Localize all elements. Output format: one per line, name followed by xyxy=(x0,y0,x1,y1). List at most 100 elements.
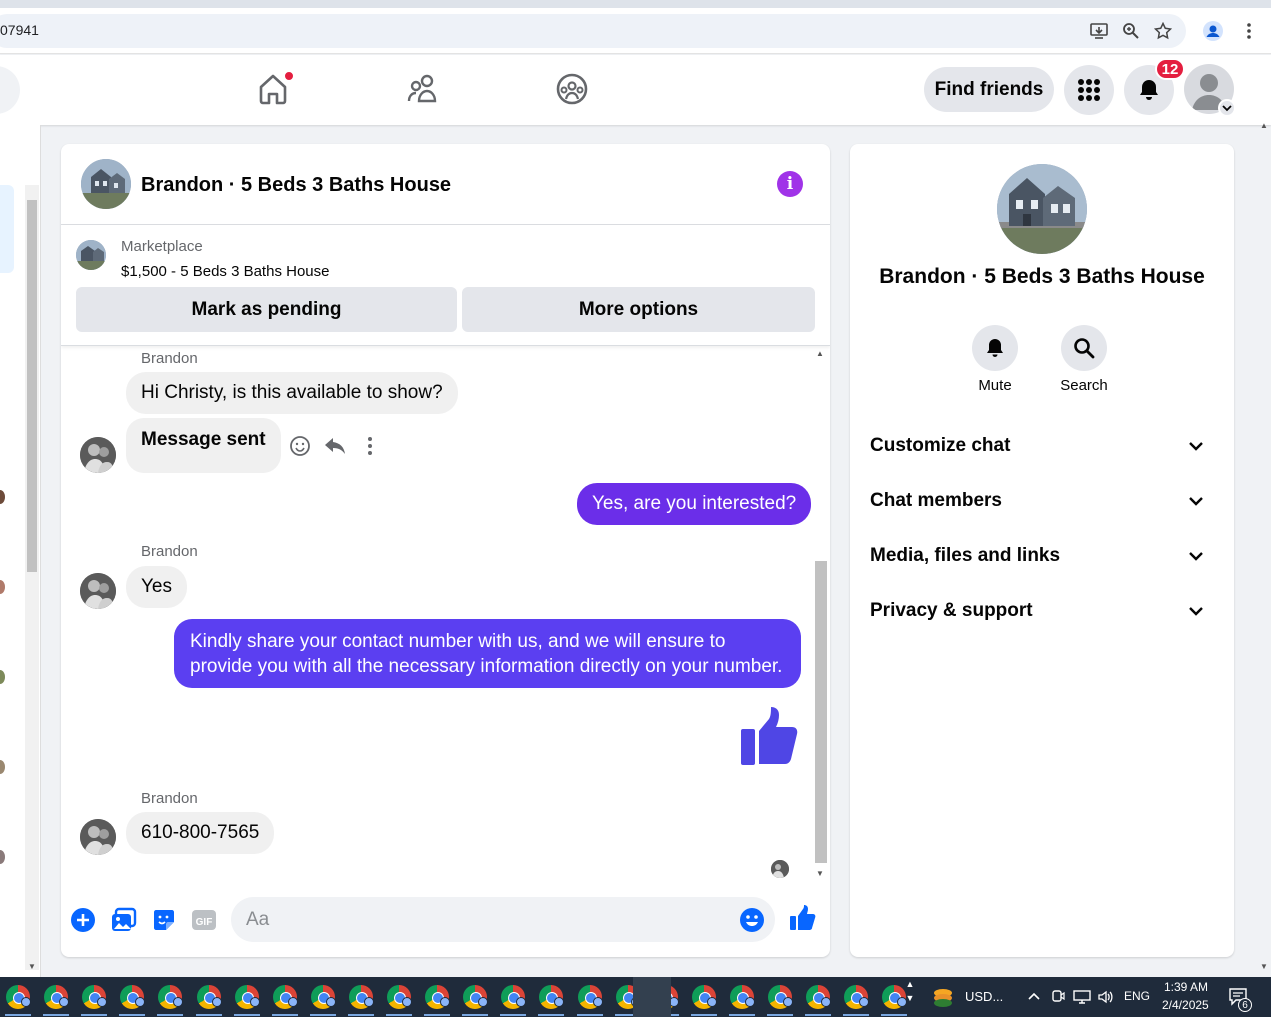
address-bar[interactable] xyxy=(0,14,1186,48)
chrome-profile-badge-icon xyxy=(59,997,70,1007)
chat-title[interactable]: Brandon · 5 Beds 3 Baths House xyxy=(141,174,451,197)
active-conversation-highlight xyxy=(0,185,14,273)
chat-panel: Brandon · 5 Beds 3 Baths House i Marketp… xyxy=(61,144,830,957)
mute-bell-icon[interactable] xyxy=(972,325,1018,371)
page-scroll-down-arrow[interactable]: ▼ xyxy=(1260,962,1268,971)
taskbar-open-indicator xyxy=(5,1014,31,1016)
photo-icon[interactable] xyxy=(110,906,138,934)
media-files-links-section[interactable]: Media, files and links xyxy=(858,534,1226,578)
info-icon[interactable]: i xyxy=(777,171,803,197)
chevron-down-icon xyxy=(1189,442,1203,451)
reply-icon[interactable] xyxy=(322,433,348,459)
more-options-button[interactable]: More options xyxy=(462,287,815,332)
taskbar-open-indicator xyxy=(271,1014,298,1016)
incoming-message[interactable]: 610-800-7565 xyxy=(126,812,275,854)
message-input-wrapper xyxy=(231,897,775,942)
chrome-profile-badge-icon xyxy=(859,997,870,1007)
taskbar-open-indicator xyxy=(843,1014,870,1016)
zoom-icon[interactable] xyxy=(1120,20,1142,42)
like-thumbs-up-icon[interactable] xyxy=(788,904,816,932)
chrome-profile-badge-icon xyxy=(249,997,260,1007)
chevron-down-icon xyxy=(1189,607,1203,616)
volume-icon[interactable] xyxy=(1097,989,1115,1008)
scroll-up-arrow[interactable]: ▲ xyxy=(816,349,824,358)
outgoing-message[interactable]: Kindly share your contact number with us… xyxy=(174,619,801,688)
language-indicator[interactable]: ENG xyxy=(1124,989,1150,1003)
privacy-support-section[interactable]: Privacy & support xyxy=(858,589,1226,633)
message-input[interactable] xyxy=(246,897,726,942)
taskbar-open-indicator xyxy=(767,1014,793,1016)
message-sender: Brandon xyxy=(141,543,198,560)
conversation-photo[interactable] xyxy=(997,164,1087,254)
mute-label[interactable]: Mute xyxy=(955,377,1035,394)
search-pill[interactable] xyxy=(0,66,20,114)
outgoing-message[interactable]: Yes, are you interested? xyxy=(577,483,812,525)
incoming-message[interactable]: Message sent xyxy=(126,418,281,473)
incoming-message[interactable]: Yes xyxy=(126,566,187,608)
page-scrollbar[interactable]: ▲ ▼ xyxy=(1257,121,1271,977)
currency-widget-icon[interactable] xyxy=(931,985,955,1009)
add-plus-icon[interactable] xyxy=(69,906,97,934)
listing-price-title[interactable]: $1,500 - 5 Beds 3 Baths House xyxy=(121,263,329,280)
conversation-details-panel: Brandon · 5 Beds 3 Baths House Mute Sear… xyxy=(850,144,1234,957)
thumbs-up-sticker-icon[interactable] xyxy=(739,703,803,767)
seen-indicator-avatar xyxy=(771,860,789,878)
windows-taskbar: ▲ ▼ USD... ENG 1:39 AM 2/4/2025 6 xyxy=(0,977,1271,1017)
address-bar-url[interactable]: 07941 xyxy=(0,22,39,38)
taskbar-open-indicator xyxy=(347,1014,374,1016)
chrome-profile-badge-icon xyxy=(516,997,527,1007)
more-actions-icon[interactable] xyxy=(357,433,383,459)
brandon-avatar[interactable] xyxy=(80,437,116,473)
left-scroll-down-arrow[interactable]: ▼ xyxy=(28,962,36,971)
emoji-icon[interactable] xyxy=(739,907,765,933)
chrome-profile-badge-icon xyxy=(706,997,717,1007)
page-scroll-up-arrow[interactable]: ▲ xyxy=(1260,121,1268,130)
meet-now-icon[interactable] xyxy=(1051,989,1065,1008)
message-sender: Brandon xyxy=(141,790,198,807)
account-chevron-down-icon[interactable] xyxy=(1218,99,1236,117)
chrome-profile-badge-icon xyxy=(554,997,565,1007)
bookmark-star-icon[interactable] xyxy=(1152,20,1174,42)
marketplace-listing-card: Marketplace $1,500 - 5 Beds 3 Baths Hous… xyxy=(61,225,830,346)
brandon-avatar[interactable] xyxy=(80,573,116,609)
marketplace-label: Marketplace xyxy=(121,238,203,255)
chevron-down-icon xyxy=(1189,497,1203,506)
tray-chevron-up-icon[interactable] xyxy=(1027,989,1041,1006)
search-icon[interactable] xyxy=(1061,325,1107,371)
taskbar-open-indicator xyxy=(728,1014,755,1016)
network-icon[interactable] xyxy=(1073,989,1091,1008)
clock-date[interactable]: 2/4/2025 xyxy=(1162,998,1209,1012)
browser-menu-icon[interactable] xyxy=(1238,20,1260,42)
friends-icon[interactable] xyxy=(405,71,441,107)
currency-widget-label[interactable]: USD... xyxy=(965,989,1003,1004)
listing-small-thumbnail[interactable] xyxy=(76,240,106,270)
sticker-icon[interactable] xyxy=(150,906,178,934)
active-taskbar-item xyxy=(633,977,671,1017)
clock-time[interactable]: 1:39 AM xyxy=(1164,980,1208,994)
taskbar-open-indicator xyxy=(690,1014,717,1016)
search-label[interactable]: Search xyxy=(1044,377,1124,394)
customize-chat-section[interactable]: Customize chat xyxy=(858,424,1226,468)
taskbar-scroll-icon[interactable]: ▲ ▼ xyxy=(903,977,917,1017)
messages-scrollbar[interactable]: ▲ ▼ xyxy=(814,349,828,881)
incoming-message[interactable]: Hi Christy, is this available to show? xyxy=(126,372,458,414)
react-emoji-icon[interactable] xyxy=(287,433,313,459)
install-app-icon[interactable] xyxy=(1088,20,1110,42)
find-friends-button[interactable]: Find friends xyxy=(924,67,1054,112)
chat-members-section[interactable]: Chat members xyxy=(858,479,1226,523)
brandon-avatar[interactable] xyxy=(80,819,116,855)
menu-grid-icon[interactable] xyxy=(1064,65,1114,115)
mark-as-pending-button[interactable]: Mark as pending xyxy=(76,287,457,332)
taskbar-open-indicator xyxy=(309,1014,336,1016)
profile-icon[interactable] xyxy=(1202,20,1224,42)
left-scrollbar[interactable] xyxy=(25,185,39,970)
chrome-profile-badge-icon xyxy=(211,997,222,1007)
taskbar-open-indicator xyxy=(157,1014,184,1016)
section-label: Privacy & support xyxy=(870,600,1033,621)
gif-icon[interactable]: GIF xyxy=(190,906,218,934)
listing-thumbnail[interactable] xyxy=(81,159,131,209)
chrome-profile-badge-icon xyxy=(402,997,412,1007)
groups-icon[interactable] xyxy=(554,71,590,107)
notification-center-count: 6 xyxy=(1238,998,1252,1012)
scroll-down-arrow[interactable]: ▼ xyxy=(816,869,824,878)
